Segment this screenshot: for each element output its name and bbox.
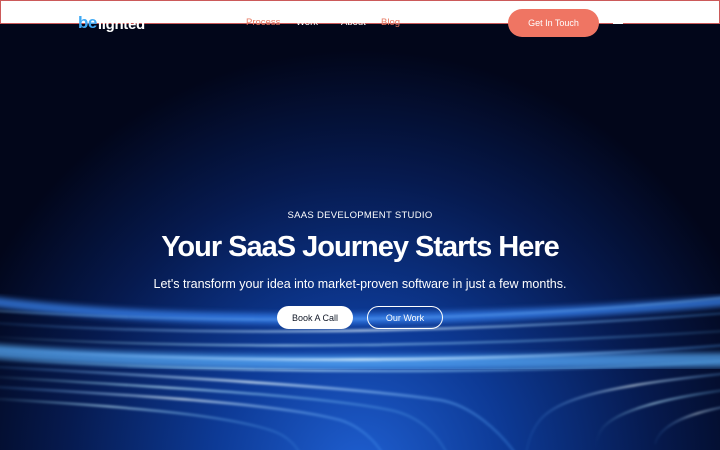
- book-a-call-button[interactable]: Book A Call: [277, 306, 353, 329]
- hero-section: SAAS DEVELOPMENT STUDIO Your SaaS Journe…: [0, 0, 720, 450]
- our-work-button[interactable]: Our Work: [367, 306, 443, 329]
- hero-headline: Your SaaS Journey Starts Here: [161, 231, 560, 263]
- hero-eyebrow: SAAS DEVELOPMENT STUDIO: [287, 210, 433, 221]
- hero-subhead: Let's transform your idea into market-pr…: [153, 277, 567, 291]
